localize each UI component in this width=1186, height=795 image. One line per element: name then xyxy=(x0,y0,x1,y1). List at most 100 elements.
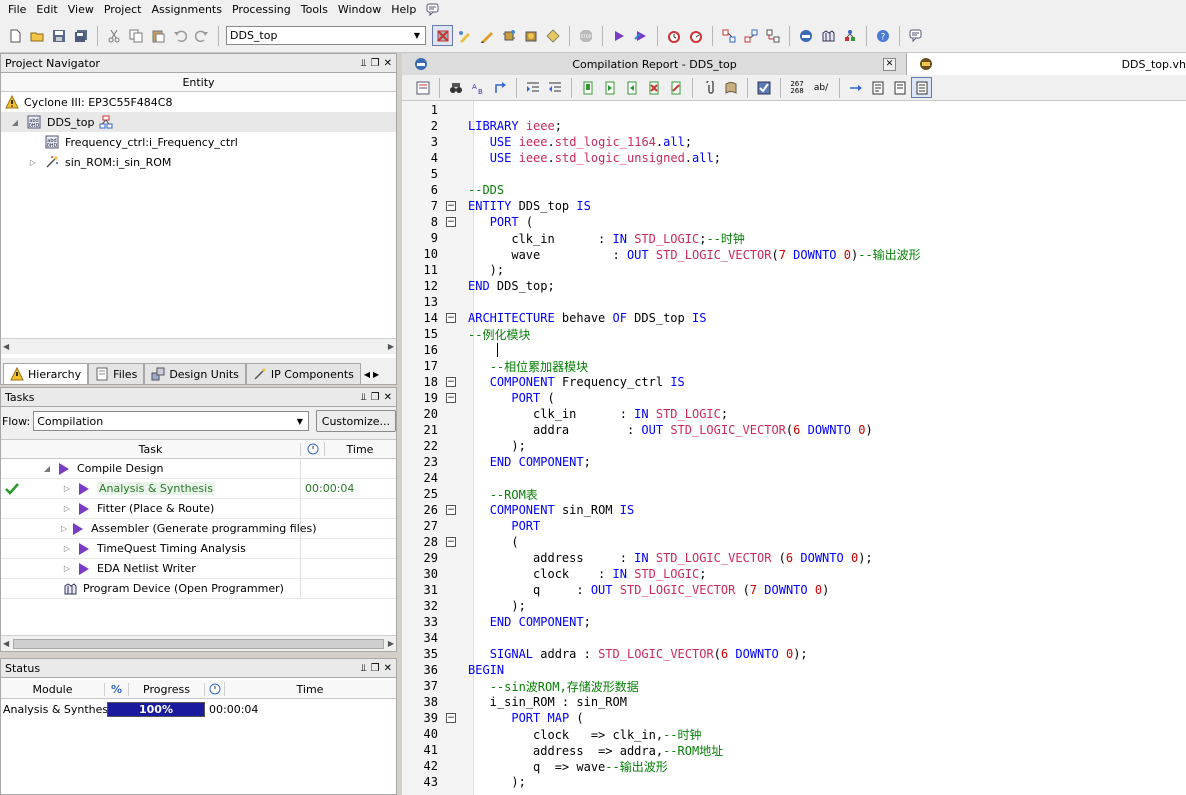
code-line[interactable]: 20 clk_in : IN STD_LOGIC; xyxy=(402,406,1186,422)
comment-block-icon[interactable] xyxy=(867,77,888,98)
tab-dds-top-vhd[interactable]: DDS_top.vh xyxy=(907,53,1186,75)
save-all-icon[interactable] xyxy=(70,25,91,46)
toggle-full-screen-icon[interactable] xyxy=(911,77,932,98)
code-line[interactable]: 40 clock => clk_in,--时钟 xyxy=(402,726,1186,742)
undo-icon[interactable] xyxy=(169,25,190,46)
find-icon[interactable] xyxy=(445,77,466,98)
menu-edit[interactable]: Edit xyxy=(31,0,62,19)
tab-design-units[interactable]: Design Units xyxy=(144,363,246,384)
analysis-synthesis-icon[interactable] xyxy=(630,25,651,46)
task-row-assembler[interactable]: ▷ Assembler (Generate programming files) xyxy=(1,519,396,539)
save-icon[interactable] xyxy=(48,25,69,46)
clear-bookmark-icon[interactable] xyxy=(665,77,686,98)
fold-toggle-icon[interactable]: − xyxy=(442,713,460,723)
menu-processing[interactable]: Processing xyxy=(227,0,296,19)
next-bookmark-icon[interactable] xyxy=(599,77,620,98)
technology-map-icon[interactable] xyxy=(740,25,761,46)
close-icon[interactable]: ✕ xyxy=(883,57,896,71)
code-line[interactable]: 19− PORT ( xyxy=(402,390,1186,406)
timing-analyzer-icon[interactable] xyxy=(663,25,684,46)
code-line[interactable]: 3 USE ieee.std_logic_1164.all; xyxy=(402,134,1186,150)
restore-icon[interactable]: ❐ xyxy=(371,392,380,403)
syntax-check-icon[interactable] xyxy=(753,77,774,98)
code-line[interactable]: 36 BEGIN xyxy=(402,662,1186,678)
fold-toggle-icon[interactable]: − xyxy=(442,201,460,211)
menu-window[interactable]: Window xyxy=(333,0,386,19)
settings-icon[interactable] xyxy=(542,25,563,46)
signaltap-icon[interactable] xyxy=(817,25,838,46)
compare-icon[interactable] xyxy=(432,25,453,46)
assignment-editor-icon[interactable] xyxy=(454,25,475,46)
code-line[interactable]: 9 clk_in : IN STD_LOGIC;--时钟 xyxy=(402,230,1186,246)
collapse-arrow-icon[interactable]: ◢ xyxy=(9,118,21,127)
expand-arrow-icon[interactable]: ▷ xyxy=(61,524,67,533)
code-line[interactable]: 37 --sin波ROM,存储波形数据 xyxy=(402,678,1186,694)
menu-tools[interactable]: Tools xyxy=(296,0,333,19)
close-icon[interactable]: ✕ xyxy=(384,663,392,674)
module-column-header[interactable]: Module xyxy=(1,682,105,696)
expand-arrow-icon[interactable]: ▷ xyxy=(61,504,73,513)
code-line[interactable]: 16 xyxy=(402,342,1186,358)
pin-icon[interactable]: ⫫ xyxy=(361,58,367,69)
code-line[interactable]: 8− PORT ( xyxy=(402,214,1186,230)
code-line[interactable]: 29 address : IN STD_LOGIC_VECTOR (6 DOWN… xyxy=(402,550,1186,566)
close-icon[interactable]: ✕ xyxy=(384,58,392,69)
code-line[interactable]: 22 ); xyxy=(402,438,1186,454)
collapse-arrow-icon[interactable]: ◢ xyxy=(41,464,53,473)
previous-bookmark-icon[interactable] xyxy=(621,77,642,98)
tree-item-frequency-ctrl[interactable]: abd 0HD Frequency_ctrl:i_Frequency_ctrl xyxy=(1,132,396,152)
chip-planner-icon[interactable] xyxy=(498,25,519,46)
task-row-compile-design[interactable]: ◢ Compile Design xyxy=(1,459,396,479)
tab-scroll-right-icon[interactable]: ▶ xyxy=(373,370,379,384)
menu-help[interactable]: Help xyxy=(386,0,421,19)
code-line[interactable]: 41 address => addra,--ROM地址 xyxy=(402,742,1186,758)
time-column-header[interactable]: Time xyxy=(225,683,395,696)
fold-toggle-icon[interactable]: − xyxy=(442,313,460,323)
line-numbers-toggle[interactable]: 267 268 xyxy=(786,77,808,98)
code-line[interactable]: 30 clock : IN STD_LOGIC; xyxy=(402,566,1186,582)
open-folder-icon[interactable] xyxy=(26,25,47,46)
indent-icon[interactable] xyxy=(522,77,543,98)
fold-toggle-icon[interactable]: − xyxy=(442,505,460,515)
code-line[interactable]: 26− COMPONENT sin_ROM IS xyxy=(402,502,1186,518)
pin-icon[interactable]: ⫫ xyxy=(361,663,367,674)
expand-arrow-icon[interactable]: ▷ xyxy=(61,564,73,573)
code-line[interactable]: 25 --ROM表 xyxy=(402,486,1186,502)
tab-ip-components[interactable]: IP Components xyxy=(245,363,361,384)
chevron-down-icon[interactable]: ▼ xyxy=(292,413,308,430)
menu-assignments[interactable]: Assignments xyxy=(146,0,227,19)
tasks-horizontal-scrollbar[interactable]: ◀ ▶ xyxy=(1,635,396,651)
stop-icon[interactable]: STOP xyxy=(575,25,596,46)
code-line[interactable]: 33 END COMPONENT; xyxy=(402,614,1186,630)
progress-column-header[interactable]: Progress xyxy=(129,682,205,696)
expand-arrow-icon[interactable]: ▷ xyxy=(27,158,39,167)
start-compilation-icon[interactable] xyxy=(608,25,629,46)
task-row-eda-netlist[interactable]: ▷ EDA Netlist Writer xyxy=(1,559,396,579)
code-line[interactable]: 17 --相位累加器模块 xyxy=(402,358,1186,374)
code-line[interactable]: 15 --例化模块 xyxy=(402,326,1186,342)
tree-item-dds-top[interactable]: ◢ abd 0HD DDS_top xyxy=(1,112,396,132)
close-icon[interactable]: ✕ xyxy=(384,392,392,403)
pin-planner-icon[interactable] xyxy=(476,25,497,46)
code-line[interactable]: 28− ( xyxy=(402,534,1186,550)
chip-editor-icon[interactable] xyxy=(839,25,860,46)
chevron-down-icon[interactable]: ▼ xyxy=(409,27,425,44)
code-line[interactable]: 5 xyxy=(402,166,1186,182)
paste-icon[interactable] xyxy=(147,25,168,46)
word-wrap-toggle[interactable]: ab/ xyxy=(809,77,833,98)
code-line[interactable]: 12 END DDS_top; xyxy=(402,278,1186,294)
fold-toggle-icon[interactable]: − xyxy=(442,393,460,403)
menu-project[interactable]: Project xyxy=(99,0,147,19)
code-line[interactable]: 4 USE ieee.std_logic_unsigned.all; xyxy=(402,150,1186,166)
code-line[interactable]: 35 SIGNAL addra : STD_LOGIC_VECTOR(6 DOW… xyxy=(402,646,1186,662)
restore-icon[interactable]: ❐ xyxy=(371,58,380,69)
code-line[interactable]: 23 END COMPONENT; xyxy=(402,454,1186,470)
code-line[interactable]: 1 xyxy=(402,102,1186,118)
unindent-icon[interactable] xyxy=(544,77,565,98)
code-line[interactable]: 13 xyxy=(402,294,1186,310)
tab-compilation-report[interactable]: Compilation Report - DDS_top ✕ xyxy=(402,53,907,75)
timequest-icon[interactable] xyxy=(685,25,706,46)
cut-icon[interactable] xyxy=(103,25,124,46)
code-line[interactable]: 24 xyxy=(402,470,1186,486)
tab-settings-icon[interactable] xyxy=(845,77,866,98)
